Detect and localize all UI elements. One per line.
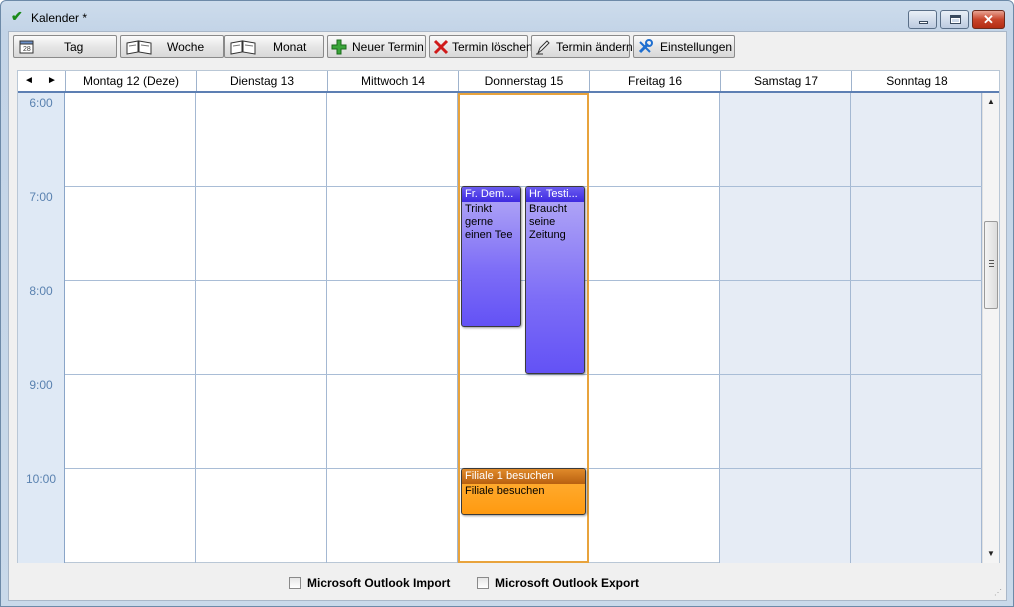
- delete-appointment-button[interactable]: Termin löschen: [429, 35, 533, 58]
- delete-x-icon: [433, 39, 449, 55]
- check-icon: ✔: [11, 8, 23, 24]
- close-icon: ✕: [983, 12, 994, 27]
- week-view-button[interactable]: Woche: [120, 35, 224, 58]
- day-column-tuesday[interactable]: [196, 93, 327, 563]
- appointment-filiale[interactable]: Filiale 1 besuchen Filiale besuchen: [461, 468, 586, 515]
- appointment-body: Braucht seine Zeitung: [529, 203, 567, 241]
- checkbox-box[interactable]: [289, 577, 301, 589]
- minimize-button[interactable]: [908, 10, 937, 29]
- svg-text:28: 28: [23, 46, 31, 53]
- day-column-monday[interactable]: [65, 93, 196, 563]
- calendar-day-icon: 28: [19, 40, 34, 54]
- appointment-title: Fr. Dem...: [462, 187, 520, 202]
- window-title: Kalender *: [31, 11, 88, 25]
- time-column: 6:00 7:00 8:00 9:00 10:00: [18, 93, 65, 563]
- time-label-9: 9:00: [29, 378, 53, 392]
- title-bar[interactable]: ✔ Kalender * ✕: [1, 1, 1013, 31]
- day-column-wednesday[interactable]: [327, 93, 458, 563]
- settings-label: Einstellungen: [660, 40, 733, 54]
- day-header-wednesday[interactable]: Mittwoch 14: [327, 71, 458, 91]
- day-header-saturday[interactable]: Samstag 17: [720, 71, 851, 91]
- time-label-6: 6:00: [29, 96, 53, 110]
- time-label-10: 10:00: [25, 472, 57, 486]
- day-header-sunday[interactable]: Sonntag 18: [851, 71, 982, 91]
- day-view-button[interactable]: 28 Tag: [13, 35, 117, 58]
- checkbox-box[interactable]: [477, 577, 489, 589]
- maximize-icon: [950, 15, 961, 24]
- maximize-button[interactable]: [940, 10, 969, 29]
- week-view-label: Woche: [167, 40, 205, 54]
- appointment-title: Filiale 1 besuchen: [462, 469, 585, 484]
- scroll-down-icon[interactable]: ▼: [983, 545, 999, 562]
- scroll-thumb[interactable]: [984, 221, 998, 309]
- day-header-friday[interactable]: Freitag 16: [589, 71, 720, 91]
- week-navigation: ◄ ►: [18, 71, 65, 91]
- main-panel: 28 Tag Woche Monat Neuer Termin Termin l…: [8, 31, 1007, 601]
- day-column-saturday[interactable]: [720, 93, 851, 563]
- vertical-scrollbar[interactable]: ▲ ▼: [982, 93, 999, 563]
- day-column-sunday[interactable]: [851, 93, 982, 563]
- scroll-up-icon[interactable]: ▲: [983, 93, 999, 110]
- day-header-row: ◄ ► Montag 12 (Deze) Dienstag 13 Mittwoc…: [18, 71, 999, 93]
- grip-icon: [989, 260, 994, 267]
- new-appointment-label: Neuer Termin: [352, 40, 424, 54]
- time-grid[interactable]: Fr. Dem... Trinkt gerne einen Tee Hr. Te…: [65, 93, 982, 563]
- delete-appointment-label: Termin löschen: [452, 40, 533, 54]
- time-label-8: 8:00: [29, 284, 53, 298]
- appointment-title: Hr. Testi...: [526, 187, 584, 202]
- minimize-icon: [919, 21, 928, 24]
- footer: Microsoft Outlook Import Microsoft Outlo…: [9, 570, 1006, 598]
- day-view-label: Tag: [64, 40, 84, 54]
- appointment-body: Trinkt gerne einen Tee: [465, 203, 513, 241]
- edit-pencil-icon: [536, 40, 550, 55]
- appointment-fr-dem[interactable]: Fr. Dem... Trinkt gerne einen Tee: [461, 186, 521, 327]
- book-open-icon: [126, 40, 152, 55]
- next-week-icon[interactable]: ►: [47, 75, 57, 86]
- resize-grip-icon[interactable]: ⋰: [994, 588, 1004, 598]
- day-header-tuesday[interactable]: Dienstag 13: [196, 71, 327, 91]
- appointment-body: Filiale besuchen: [465, 485, 545, 497]
- settings-button[interactable]: Einstellungen: [633, 35, 735, 58]
- book-open-icon: [230, 40, 256, 55]
- close-button[interactable]: ✕: [972, 10, 1005, 29]
- outlook-import-label: Microsoft Outlook Import: [307, 576, 451, 590]
- month-view-label: Monat: [273, 40, 307, 54]
- toolbar: 28 Tag Woche Monat Neuer Termin Termin l…: [9, 32, 1006, 62]
- edit-appointment-button[interactable]: Termin ändern: [531, 35, 633, 58]
- settings-tools-icon: [638, 39, 653, 54]
- day-column-friday[interactable]: [589, 93, 720, 563]
- day-header-monday[interactable]: Montag 12 (Deze): [65, 71, 196, 91]
- prev-week-icon[interactable]: ◄: [24, 75, 34, 86]
- day-header-thursday[interactable]: Donnerstag 15: [458, 71, 589, 91]
- month-view-button[interactable]: Monat: [224, 35, 324, 58]
- time-label-7: 7:00: [29, 190, 53, 204]
- new-appointment-button[interactable]: Neuer Termin: [327, 35, 426, 58]
- calendar-view: ◄ ► Montag 12 (Deze) Dienstag 13 Mittwoc…: [17, 70, 1000, 563]
- plus-icon: [331, 39, 347, 55]
- calendar-window: ✔ Kalender * ✕ 28 Tag Woche Monat Neuer …: [0, 0, 1014, 607]
- appointment-hr-testi[interactable]: Hr. Testi... Braucht seine Zeitung: [525, 186, 585, 374]
- edit-appointment-label: Termin ändern: [556, 40, 633, 54]
- outlook-export-label: Microsoft Outlook Export: [495, 576, 639, 590]
